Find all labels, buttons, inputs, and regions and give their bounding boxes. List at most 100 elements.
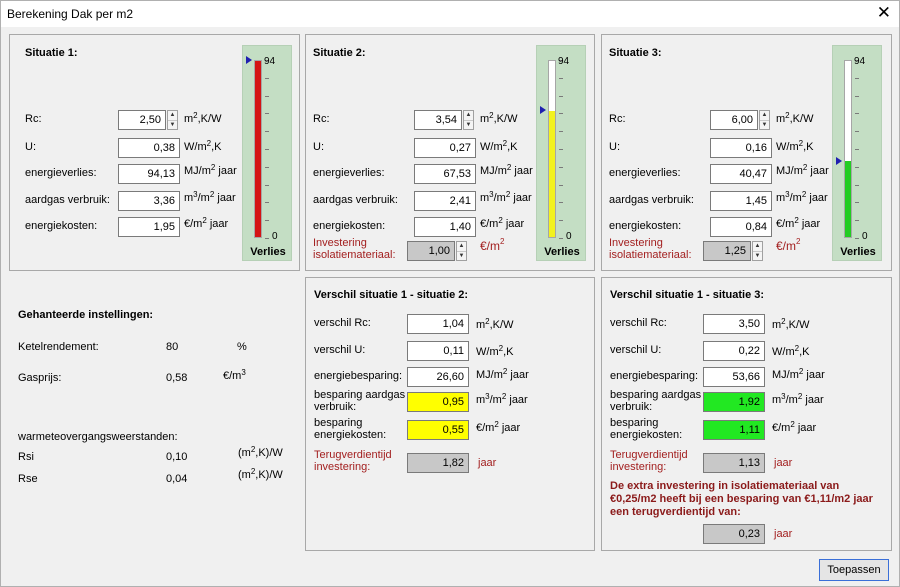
- gauge-tick: [855, 220, 859, 222]
- energiekosten-field: 1,40: [414, 217, 476, 237]
- besparing_kosten-field: 1,11: [703, 420, 765, 440]
- energiebesparing-unit: MJ/m2 jaar: [476, 367, 529, 381]
- gauge-tick: [559, 113, 563, 115]
- u-label: U:: [25, 141, 36, 153]
- besparing_aardgas-label: verbruik:: [610, 401, 653, 413]
- besparing_kosten-unit: €/m2 jaar: [476, 420, 521, 434]
- besparing_aardgas-label: besparing aardgas: [610, 389, 702, 401]
- extra-investering-message: De extra investering in isolatiemateriaa…: [610, 480, 873, 518]
- gauge-min-label: 0: [862, 231, 868, 242]
- investering-field[interactable]: 1,25: [703, 241, 751, 261]
- investering-stepper[interactable]: ▲ ▼: [752, 241, 763, 261]
- gauge-tick: [265, 77, 269, 79]
- chevron-down-icon[interactable]: ▼: [753, 251, 762, 260]
- gauge-max-label: 94: [264, 56, 276, 67]
- gauge-bar: [548, 60, 556, 238]
- verlies-gauge: 94 0 Verlies: [536, 45, 586, 261]
- rc-field[interactable]: 6,00: [710, 110, 758, 130]
- gauge-fill: [845, 161, 851, 237]
- gauge-tick: [265, 202, 269, 204]
- window-title: Berekening Dak per m2: [7, 7, 134, 21]
- energiekosten-unit: €/m2 jaar: [184, 216, 229, 230]
- investering-label-2: isolatiemateriaal:: [313, 249, 396, 261]
- gauge-ticks: [265, 60, 270, 239]
- u-unit: W/m2,K: [480, 139, 518, 153]
- chevron-down-icon[interactable]: ▼: [168, 120, 177, 129]
- aardgas-field: 2,41: [414, 191, 476, 211]
- rc-field: 1,04: [407, 314, 469, 334]
- aardgas-label: aardgas verbruik:: [25, 194, 110, 206]
- gauge-ticks: [855, 60, 860, 239]
- close-icon[interactable]: ✕: [877, 4, 891, 22]
- u-field: 0,27: [414, 138, 476, 158]
- apply-button[interactable]: Toepassen: [819, 559, 889, 581]
- investering-stepper[interactable]: ▲ ▼: [456, 241, 467, 261]
- situatie-3-panel: Situatie 3: Rc: 6,00 ▲ ▼ m2,K/W U: 0,16 W/m2,K en…: [601, 34, 892, 271]
- energiebesparing-label: energiebesparing:: [610, 370, 699, 382]
- gauge-tick: [855, 113, 859, 115]
- verschil-3-panel: Verschil situatie 1 - situatie 3: verschi…: [601, 277, 892, 551]
- gas-label: Gasprijs:: [18, 372, 62, 384]
- u-unit: W/m2,K: [772, 344, 810, 358]
- gauge-tick: [559, 149, 563, 150]
- rc-field: 3,50: [703, 314, 765, 334]
- gauge-ticks: [559, 60, 564, 239]
- gauge-tick: [265, 113, 269, 115]
- verschil-title: Verschil situatie 1 - situatie 3:: [610, 289, 765, 301]
- gauge-max-label: 94: [558, 56, 570, 67]
- rc-stepper[interactable]: ▲ ▼: [167, 110, 178, 130]
- investering-unit: €/m2: [776, 237, 801, 253]
- dialog-window: Berekening Dak per m2 ✕ Situatie 1: Rc: 2,…: [0, 0, 900, 587]
- besparing_kosten-label: energiekosten:: [610, 429, 683, 441]
- terugverdien-label-2: investering:: [314, 461, 371, 473]
- terugverdien-unit: jaar: [774, 457, 793, 469]
- chevron-up-icon[interactable]: ▲: [753, 242, 762, 251]
- energiebesparing-label: energiebesparing:: [314, 370, 403, 382]
- gas-value: 0,58: [166, 372, 188, 384]
- u-unit: W/m2,K: [776, 139, 814, 153]
- rc-label: Rc:: [313, 113, 330, 125]
- rsi-label: Rsi: [18, 451, 34, 463]
- chevron-up-icon[interactable]: ▲: [457, 242, 466, 251]
- chevron-down-icon[interactable]: ▼: [457, 251, 466, 260]
- energieverlies-label: energieverlies:: [313, 167, 385, 179]
- besparing_kosten-label: energiekosten:: [314, 429, 387, 441]
- u-field: 0,38: [118, 138, 180, 158]
- investering-label-1: Investering: [313, 237, 367, 249]
- chevron-up-icon[interactable]: ▲: [168, 111, 177, 120]
- rc-stepper[interactable]: ▲ ▼: [759, 110, 770, 130]
- aardgas-field: 1,45: [710, 191, 772, 211]
- gauge-tick: [559, 131, 563, 133]
- energiebesparing-unit: MJ/m2 jaar: [772, 367, 825, 381]
- u-unit: W/m2,K: [476, 344, 514, 358]
- gauge-tick: [559, 202, 563, 204]
- gauge-tick: [265, 149, 269, 150]
- chevron-down-icon[interactable]: ▼: [464, 120, 473, 129]
- rc-field[interactable]: 2,50: [118, 110, 166, 130]
- gauge-tick: [559, 220, 563, 222]
- chevron-down-icon[interactable]: ▼: [760, 120, 769, 129]
- gauge-tick: [559, 184, 563, 186]
- gauge-tick: [265, 166, 269, 168]
- gauge-min-label: 0: [566, 231, 572, 242]
- gauge-tick: [559, 238, 563, 239]
- chevron-up-icon[interactable]: ▲: [464, 111, 473, 120]
- investering-field[interactable]: 1,00: [407, 241, 455, 261]
- investering-unit: €/m2: [480, 237, 505, 253]
- rc-stepper[interactable]: ▲ ▼: [463, 110, 474, 130]
- aardgas-unit: m3/m2 jaar: [184, 190, 236, 204]
- energiekosten-label: energiekosten:: [25, 220, 98, 232]
- gauge-label: Verlies: [840, 246, 876, 258]
- title-bar: Berekening Dak per m2 ✕: [1, 1, 899, 27]
- u-field: 0,22: [703, 341, 765, 361]
- energieverlies-unit: MJ/m2 jaar: [184, 163, 237, 177]
- gauge-pointer-icon: [246, 55, 252, 64]
- energiekosten-field: 0,84: [710, 217, 772, 237]
- energiebesparing-field: 53,66: [703, 367, 765, 387]
- gauge-bar: [844, 60, 852, 238]
- rc-field[interactable]: 3,54: [414, 110, 462, 130]
- gauge-tick: [559, 95, 563, 97]
- chevron-up-icon[interactable]: ▲: [760, 111, 769, 120]
- gauge-tick: [265, 184, 269, 186]
- aardgas-unit: m3/m2 jaar: [776, 190, 828, 204]
